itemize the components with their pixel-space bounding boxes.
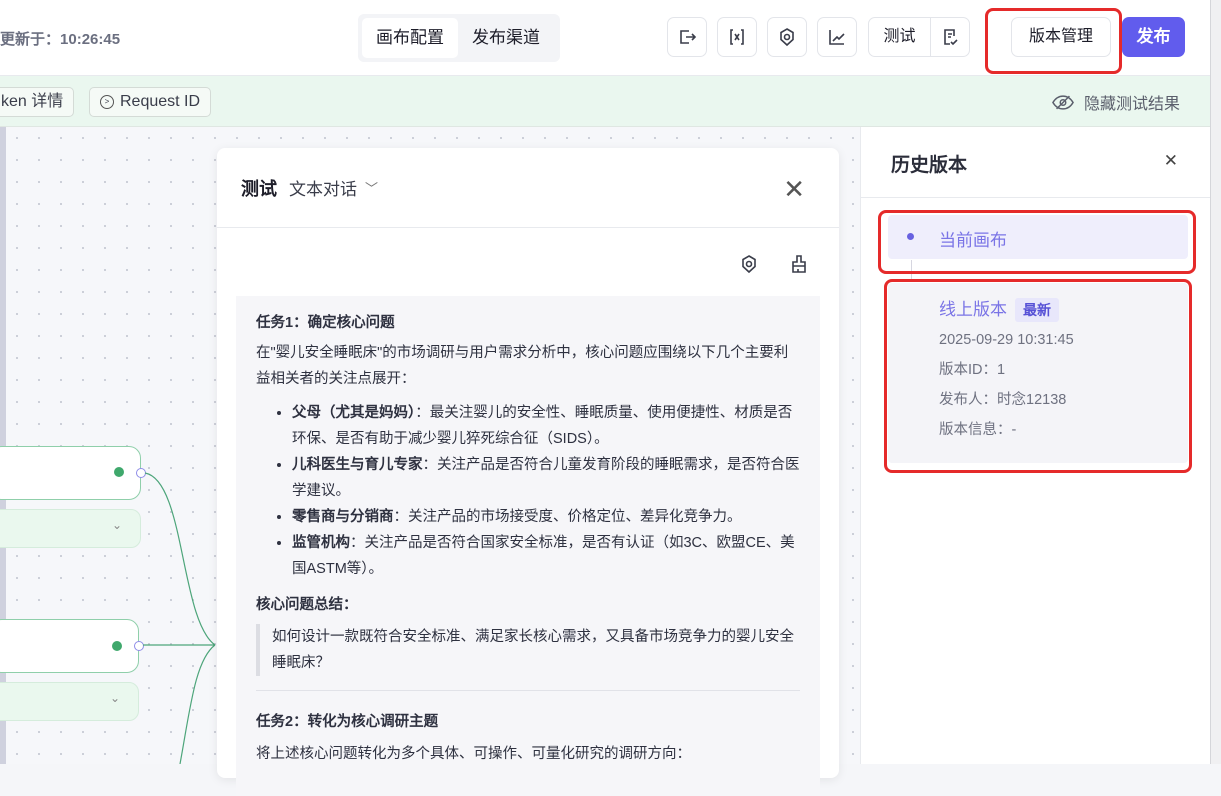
summary-quote: 如何设计一款既符合安全标准、满足家长核心需求，又具备市场竞争力的婴儿安全睡眠床？ — [256, 624, 800, 676]
export-button[interactable] — [667, 17, 707, 57]
gear-icon[interactable] — [739, 254, 759, 279]
gear-icon — [780, 28, 794, 47]
tab-canvas-config[interactable]: 画布配置 — [362, 18, 458, 58]
chevron-down-icon[interactable]: ﹀ — [365, 178, 378, 197]
request-id-button[interactable]: > Request ID — [89, 87, 212, 117]
test-panel-title: 测试 — [241, 178, 277, 199]
mode-select[interactable]: 文本对话 — [289, 175, 357, 200]
stakeholder-name: 监管机构 — [292, 535, 350, 551]
highlight-box — [884, 279, 1192, 473]
stakeholder-name: 父母（尤其是妈妈） — [292, 405, 416, 421]
top-bar: 更新于：10:26:45 画布配置 发布渠道 测试 版本管理 发布 — [0, 0, 1210, 76]
stakeholder-list: 父母（尤其是妈妈）：最关注婴儿的安全性、睡眠质量、使用便捷性、材质是否环保、是否… — [256, 400, 800, 582]
list-item: 监管机构：关注产品是否符合国家安全标准，是否有认证（如3C、欧盟CE、美国AST… — [292, 530, 800, 582]
test-result-bar: ken 详情 > Request ID 隐藏测试结果 — [0, 76, 1210, 127]
highlight-box — [878, 210, 1196, 274]
stakeholder-name: 儿科医生与育儿专家 — [292, 457, 423, 473]
task1-intro: 在"婴儿安全睡眠床"的市场调研与用户需求分析中，核心问题应围绕以下几个主要利益相… — [256, 345, 789, 387]
edge-connections — [143, 472, 216, 764]
hide-test-results-label: 隐藏测试结果 — [1083, 96, 1180, 113]
updated-time: 10:26:45 — [60, 31, 121, 48]
stakeholder-name: 零售商与分销商 — [292, 509, 394, 525]
clear-brush-icon[interactable] — [789, 254, 809, 279]
stakeholder-text: ：关注产品是否符合国家安全标准，是否有认证（如3C、欧盟CE、美国ASTM等）。 — [292, 535, 795, 577]
task2-title: 任务2：转化为核心调研主题 — [256, 714, 439, 730]
close-icon[interactable]: ✕ — [1164, 151, 1178, 171]
analytics-button[interactable] — [817, 17, 857, 57]
last-updated: 更新于：10:26:45 — [0, 28, 120, 49]
tab-publish-channels[interactable]: 发布渠道 — [458, 18, 554, 58]
publish-button[interactable]: 发布 — [1122, 17, 1185, 57]
terminal-icon: > — [100, 95, 114, 109]
test-log-button[interactable] — [931, 18, 969, 56]
view-tabs: 画布配置 发布渠道 — [358, 14, 560, 62]
settings-button[interactable] — [767, 17, 807, 57]
assistant-message: 任务1：确定核心问题 在"婴儿安全睡眠床"的市场调研与用户需求分析中，核心问题应… — [236, 296, 820, 796]
window-edge-scrollbar[interactable] — [1210, 0, 1221, 764]
version-management-button[interactable]: 版本管理 — [1011, 17, 1111, 57]
version-history-panel: 历史版本 ✕ 当前画布 线上版本 最新 2025-09-29 10:31:45 版… — [860, 127, 1210, 764]
list-item: 儿科医生与育儿专家：关注产品是否符合儿童发育阶段的睡眠需求，是否符合医学建议。 — [292, 452, 800, 504]
token-details-button[interactable]: ken 详情 — [0, 87, 75, 117]
updated-label: 更新于： — [0, 31, 61, 48]
test-panel: 测试 文本对话 ﹀ ✕ 任务1：确定核心问题 在"婴儿安全睡眠床"的市场调研与用… — [217, 148, 839, 796]
token-details-label: ken 详情 — [1, 93, 64, 110]
summary-title: 核心问题总结： — [256, 597, 358, 613]
list-item: 父母（尤其是妈妈）：最关注婴儿的安全性、睡眠质量、使用便捷性、材质是否环保、是否… — [292, 400, 800, 452]
list-item: 零售商与分销商：关注产品的市场接受度、价格定位、差异化竞争力。 — [292, 504, 800, 530]
close-icon[interactable]: ✕ — [783, 174, 805, 205]
hide-test-results-button[interactable]: 隐藏测试结果 — [1052, 90, 1180, 114]
version-panel-header: 历史版本 ✕ — [861, 127, 1210, 198]
eye-off-icon — [1052, 94, 1074, 110]
variables-button[interactable] — [717, 17, 757, 57]
task1-title: 任务1：确定核心问题 — [256, 315, 395, 331]
divider — [256, 690, 800, 691]
test-button-group: 测试 — [868, 17, 970, 57]
test-panel-header: 测试 文本对话 ﹀ ✕ — [217, 148, 839, 228]
test-button[interactable]: 测试 — [869, 18, 931, 56]
checklist-icon — [944, 29, 958, 46]
variable-icon — [730, 29, 744, 45]
chart-icon — [829, 30, 845, 45]
version-panel-title: 历史版本 — [891, 155, 968, 176]
request-id-label: Request ID — [120, 93, 201, 110]
task2-intro: 将上述核心问题转化为多个具体、可操作、可量化研究的调研方向： — [256, 746, 691, 762]
stakeholder-text: ：关注产品的市场接受度、价格定位、差异化竞争力。 — [393, 509, 742, 525]
export-icon — [680, 30, 697, 44]
